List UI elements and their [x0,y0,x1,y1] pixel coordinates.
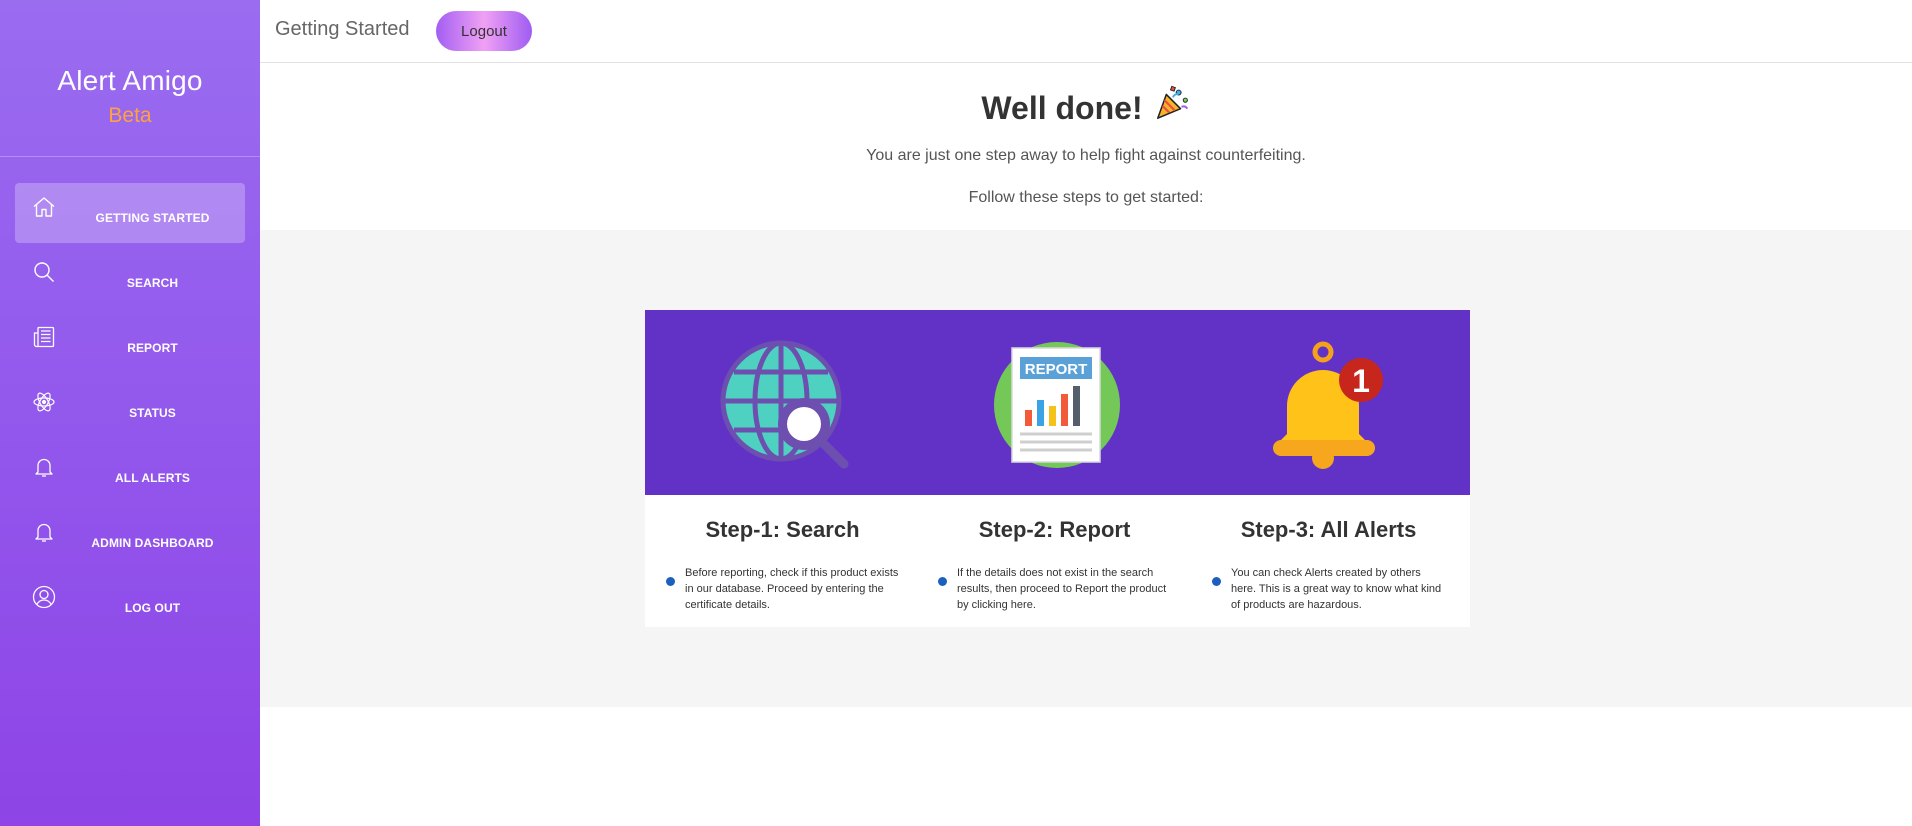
globe-search-icon[interactable] [720,340,850,470]
step-title: Step-2: Report [978,517,1131,542]
bell-icon [32,455,56,479]
sidebar-item-label: ADMIN DASHBOARD [91,536,214,550]
party-popper-icon [1153,84,1191,131]
top-header: Getting Started Logout [260,0,1912,63]
sidebar-item-label: REPORT [127,341,178,355]
hero-title-text: Well done! [981,89,1143,126]
sidebar-item-label: GETTING STARTED [95,211,210,225]
app-root: Alert Amigo Beta GETTING STARTED SEARCH [0,0,1912,826]
sidebar-item-label: SEARCH [126,276,179,290]
step-title: Step-1: Search [705,517,860,542]
step-search[interactable]: Step-1: Search Before reporting, check i… [645,517,920,613]
sidebar-item-report[interactable]: REPORT [15,313,245,373]
sidebar-item-admin-dashboard[interactable]: ADMIN DASHBOARD [15,508,245,568]
bullet-dot [1212,577,1221,586]
bell-notification-icon[interactable]: 1 [1265,340,1395,470]
hero-subtitle: You are just one step away to help fight… [866,147,1306,164]
home-icon [32,195,56,219]
bullet-dot [666,577,675,586]
atom-icon [32,390,56,414]
hero-instruction: Follow these steps to get started: [968,189,1204,206]
step-report[interactable]: Step-2: Report If the details does not e… [917,517,1192,613]
search-icon [32,260,56,284]
hero-heading: Well done! [981,84,1190,131]
sidebar-item-status[interactable]: STATUS [15,378,245,438]
newspaper-icon [32,325,56,349]
sidebar-item-getting-started[interactable]: GETTING STARTED [15,183,245,243]
logout-button[interactable]: Logout [436,11,532,51]
user-circle-icon [32,585,56,609]
step-all-alerts[interactable]: Step-3: All Alerts You can check Alerts … [1191,517,1466,613]
beta-tag: Beta [108,104,152,127]
sidebar-item-label: STATUS [129,406,176,420]
page-title: Getting Started [275,18,410,40]
app-name: Alert Amigo [57,65,203,96]
bell-icon [32,520,56,544]
bullet-dot [938,577,947,586]
sidebar-nav: GETTING STARTED SEARCH REPORT STATUS ALL… [0,183,260,638]
brand: Alert Amigo Beta [0,0,260,157]
step-description: Before reporting, check if this product … [645,565,920,613]
step-title: Step-3: All Alerts [1240,517,1417,542]
step-text: You can check Alerts created by others h… [1231,567,1442,611]
sidebar: Alert Amigo Beta GETTING STARTED SEARCH [0,0,260,826]
notification-count: 1 [1352,363,1370,399]
steps-card: REPORT 1 Step-1: Search Before reporting… [645,310,1470,627]
sidebar-item-label: ALL ALERTS [115,471,190,485]
step-description: You can check Alerts created by others h… [1191,565,1466,613]
steps-banner: REPORT 1 [645,310,1470,495]
report-badge-text: REPORT [1025,361,1088,378]
report-document-icon[interactable]: REPORT [992,340,1122,470]
step-description: If the details does not exist in the sea… [917,565,1192,613]
sidebar-item-label: LOG OUT [124,601,181,615]
step-text: If the details does not exist in the sea… [957,567,1167,611]
hero-section: Well done! You are just one step away to… [260,63,1912,230]
sidebar-item-all-alerts[interactable]: ALL ALERTS [15,443,245,503]
step-text: Before reporting, check if this product … [685,567,899,611]
sidebar-item-log-out[interactable]: LOG OUT [15,573,245,633]
sidebar-item-search[interactable]: SEARCH [15,248,245,308]
